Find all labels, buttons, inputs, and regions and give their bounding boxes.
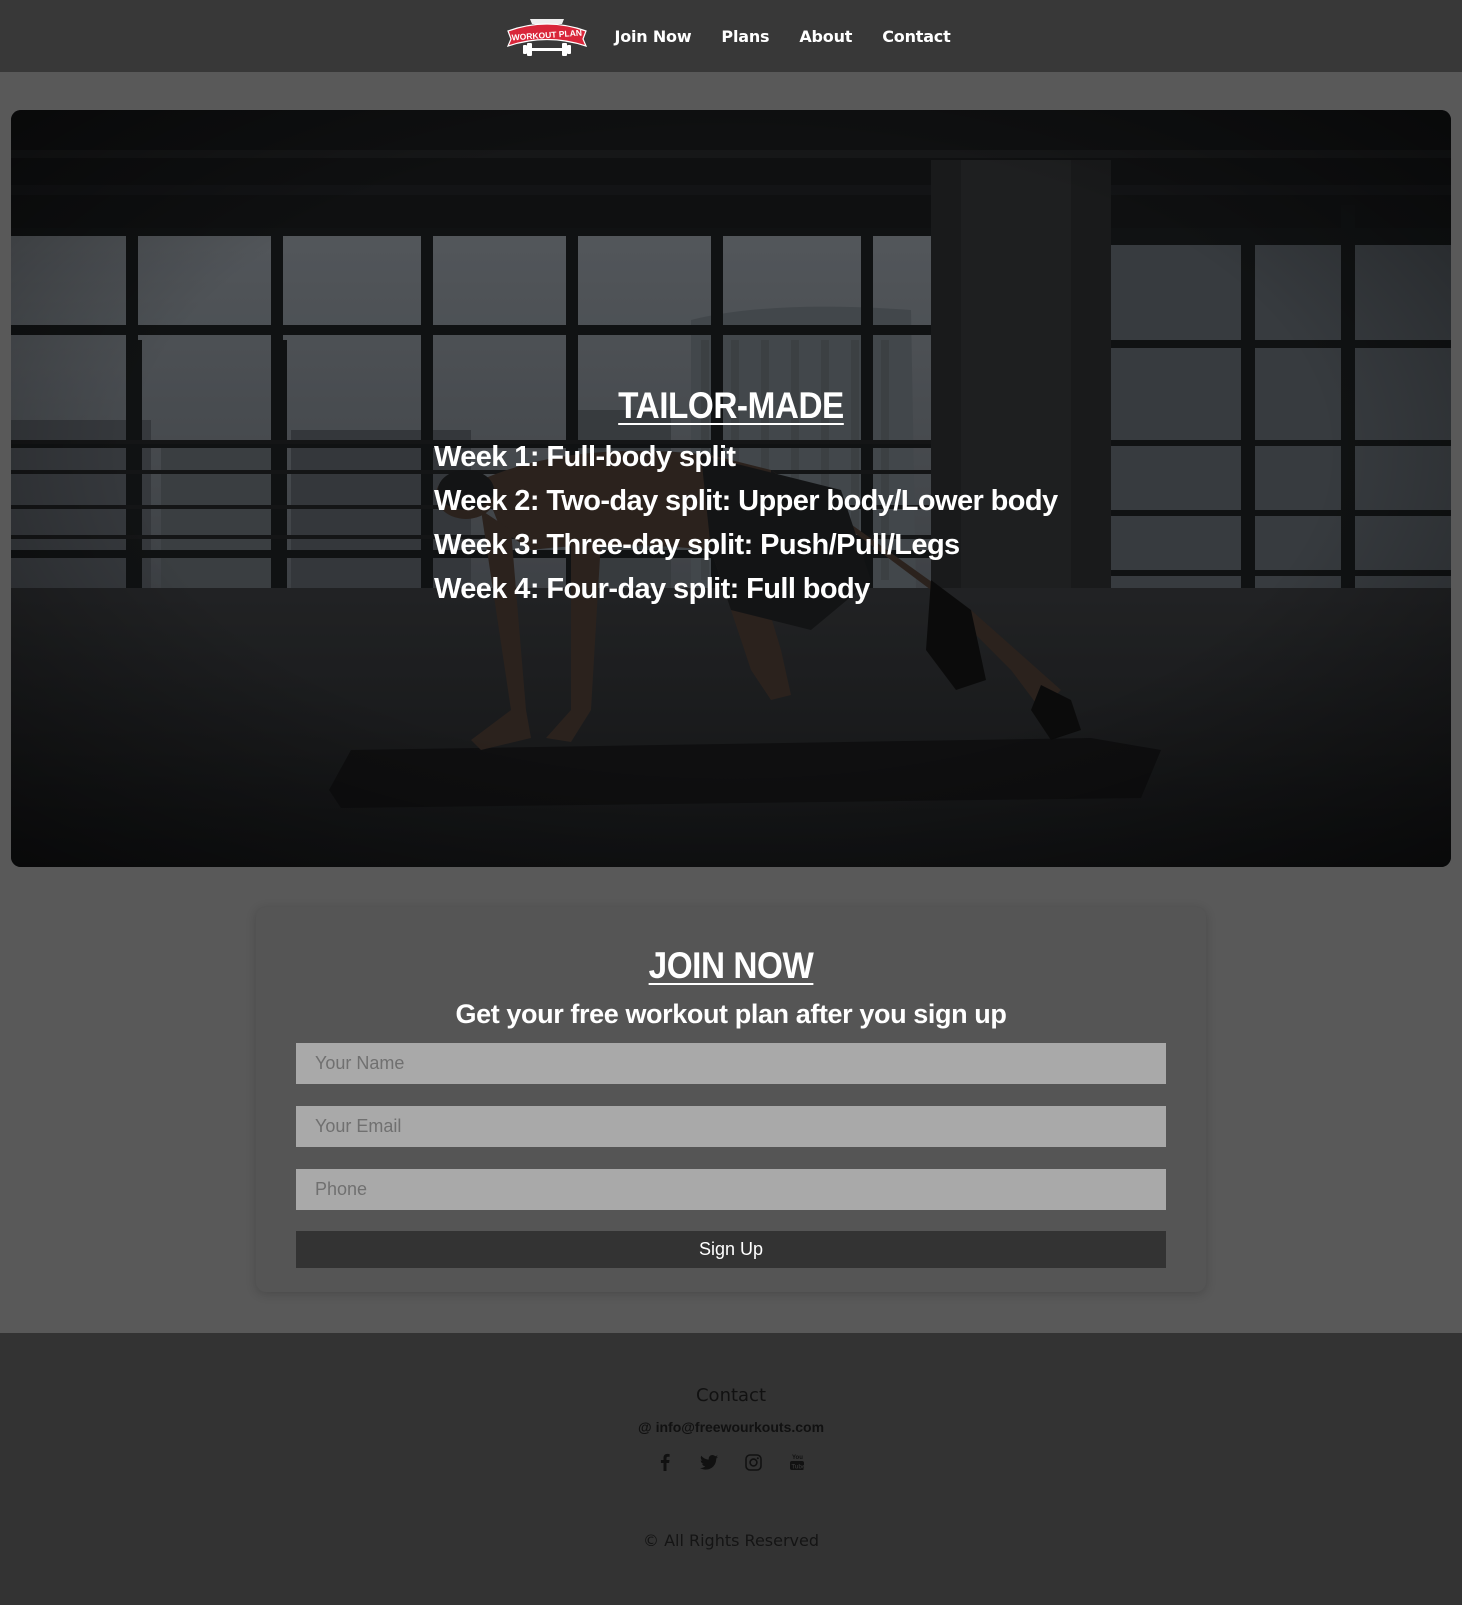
nav-plans[interactable]: Plans — [721, 27, 769, 46]
week-item: Week 2: Two-day split: Upper body/Lower … — [434, 485, 1058, 517]
instagram-icon[interactable] — [743, 1452, 763, 1472]
phone-input[interactable] — [296, 1169, 1166, 1210]
week-plan-list: Week 1: Full-body split Week 2: Two-day … — [434, 435, 1058, 611]
twitter-icon[interactable] — [699, 1452, 719, 1472]
site-footer: Contact @ info@freewourkouts.com You Tube … — [0, 1333, 1462, 1605]
svg-text:Tube: Tube — [792, 1464, 806, 1470]
hero-text-overlay: TAILOR-MADE Week 1: Full-body split Week… — [11, 110, 1451, 867]
email-input[interactable] — [296, 1106, 1166, 1147]
hero-banner: TAILOR-MADE Week 1: Full-body split Week… — [11, 110, 1451, 867]
footer-contact-heading: Contact — [695, 1385, 767, 1406]
nav-contact[interactable]: Contact — [882, 27, 951, 46]
name-input[interactable] — [296, 1043, 1166, 1084]
join-subtitle: Get your free workout plan after you sig… — [455, 999, 1007, 1029]
nav-about[interactable]: About — [799, 27, 852, 46]
sign-up-button[interactable]: Sign Up — [296, 1231, 1166, 1268]
at-icon: @ — [637, 1419, 652, 1435]
join-now-card: JOIN NOW Get your free workout plan afte… — [256, 907, 1206, 1292]
nav-join-now[interactable]: Join Now — [614, 27, 691, 46]
header-inner: WORKOUT PLAN Join Now Plans About Contac… — [506, 13, 965, 59]
youtube-icon[interactable]: You Tube — [787, 1452, 807, 1472]
social-links: You Tube — [0, 1452, 1462, 1472]
week-item: Week 1: Full-body split — [434, 441, 736, 473]
week-item: Week 3: Three-day split: Push/Pull/Legs — [434, 529, 960, 561]
footer-email[interactable]: @ info@freewourkouts.com — [0, 1419, 1462, 1435]
join-title: JOIN NOW — [648, 945, 814, 986]
hero-title: TAILOR-MADE — [618, 385, 844, 426]
week-item: Week 4: Four-day split: Full body — [434, 573, 870, 605]
footer-email-address[interactable]: info@freewourkouts.com — [656, 1419, 824, 1435]
facebook-icon[interactable] — [655, 1452, 675, 1472]
copyright-text: © All Rights Reserved — [642, 1531, 820, 1550]
site-header: WORKOUT PLAN Join Now Plans About Contac… — [0, 0, 1462, 72]
svg-text:You: You — [792, 1455, 803, 1461]
workout-plan-logo[interactable]: WORKOUT PLAN — [506, 13, 588, 59]
